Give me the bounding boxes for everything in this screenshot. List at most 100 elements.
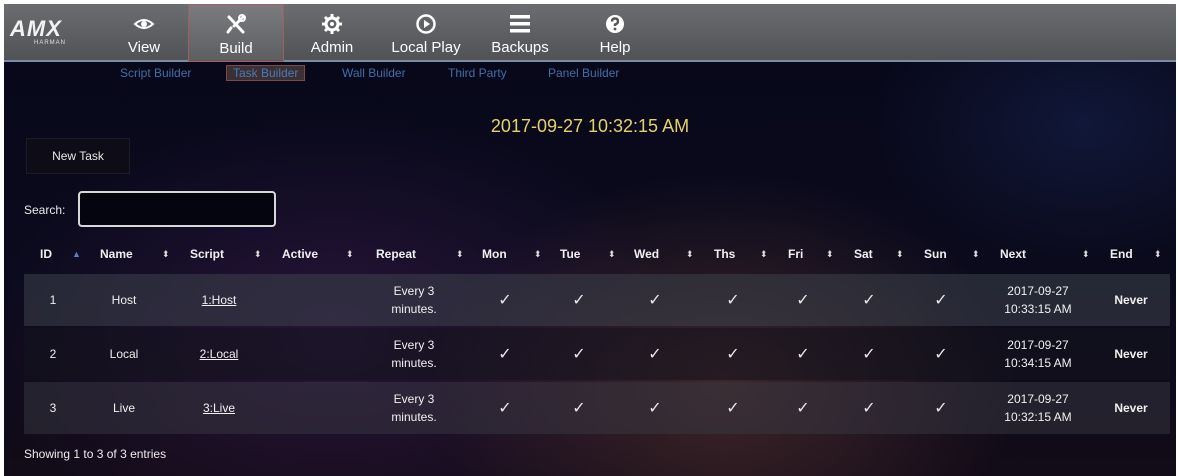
sort-icon[interactable]: ⬍	[686, 238, 694, 270]
cell-id: 3	[49, 401, 57, 415]
next-time: 10:33:15 AM	[1004, 302, 1072, 316]
col-header-tue[interactable]: Tue	[560, 238, 580, 270]
col-header-name[interactable]: Name	[100, 238, 133, 270]
col-header-active[interactable]: Active	[282, 238, 318, 270]
sort-icon[interactable]: ⬍	[254, 238, 262, 270]
col-header-next[interactable]: Next	[1000, 238, 1026, 270]
new-task-button[interactable]: New Task	[26, 138, 130, 174]
next-time: 10:32:15 AM	[1004, 410, 1072, 424]
nav-item-label: Help	[599, 39, 631, 56]
checkmark-icon: ✓	[498, 400, 512, 417]
repeat-line-2: minutes.	[391, 410, 437, 424]
repeat-line-1: Every 3	[393, 338, 435, 352]
cell-active	[282, 382, 352, 434]
col-header-sat[interactable]: Sat	[854, 238, 873, 270]
nav-item-label: View	[127, 39, 161, 56]
checkmark-icon: ✓	[572, 292, 586, 309]
gear-icon	[322, 14, 342, 34]
cell-end: Never	[1114, 401, 1148, 415]
subnav-script-builder[interactable]: Script Builder	[120, 66, 191, 80]
top-nav-bar: AMX HARMAN View Build Admin Local Play B…	[4, 4, 1176, 62]
nav-item-help[interactable]: Help	[592, 4, 638, 62]
nav-item-local-play[interactable]: Local Play	[382, 4, 470, 62]
col-header-fri[interactable]: Fri	[788, 238, 803, 270]
sort-icon[interactable]: ⬍	[346, 238, 354, 270]
nav-item-build[interactable]: Build	[188, 4, 284, 62]
subnav-task-builder[interactable]: Task Builder	[226, 65, 306, 81]
cell-script-link[interactable]: 1:Host	[184, 274, 254, 326]
cell-end: Never	[1114, 347, 1148, 361]
repeat-line-2: minutes.	[391, 356, 437, 370]
sort-asc-icon[interactable]: ▲	[72, 238, 81, 270]
current-datetime: 2017-09-27 10:32:15 AM	[490, 116, 690, 136]
nav-item-label: Local Play	[391, 39, 461, 56]
sort-icon[interactable]: ⬍	[972, 238, 980, 270]
col-header-sun[interactable]: Sun	[924, 238, 947, 270]
checkmark-icon: ✓	[934, 400, 948, 417]
cell-id: 2	[49, 347, 57, 361]
nav-item-view[interactable]: View	[116, 4, 172, 62]
sub-nav: Script Builder Task Builder Wall Builder…	[4, 64, 1176, 84]
cell-name: Live	[112, 401, 135, 415]
nav-item-backups[interactable]: Backups	[486, 4, 554, 62]
sort-icon[interactable]: ⬍	[826, 238, 834, 270]
sort-icon[interactable]: ⬍	[1082, 238, 1090, 270]
search-label: Search:	[24, 203, 66, 217]
amx-logo: AMX HARMAN	[10, 18, 92, 48]
sort-icon[interactable]: ⬍	[534, 238, 542, 270]
cell-script-link[interactable]: 3:Live	[184, 382, 254, 434]
table-row: 3 Live 3:Live Every 3 minutes. ✓ ✓ ✓ ✓ ✓…	[24, 382, 1170, 434]
cell-repeat: Every 3 minutes.	[374, 382, 454, 434]
col-header-end[interactable]: End	[1110, 238, 1133, 270]
cell-active	[282, 328, 352, 380]
col-header-repeat[interactable]: Repeat	[376, 238, 416, 270]
subnav-wall-builder[interactable]: Wall Builder	[342, 66, 406, 80]
tools-icon	[226, 14, 246, 34]
cell-name: Host	[111, 293, 137, 307]
sort-icon[interactable]: ⬍	[896, 238, 904, 270]
checkmark-icon: ✓	[862, 346, 876, 363]
sort-icon[interactable]: ⬍	[456, 238, 464, 270]
play-circle-icon	[416, 14, 436, 34]
checkmark-icon: ✓	[934, 292, 948, 309]
sort-icon[interactable]: ⬍	[1154, 238, 1162, 270]
checkmark-icon: ✓	[648, 346, 662, 363]
cell-repeat: Every 3 minutes.	[374, 328, 454, 380]
repeat-line-1: Every 3	[393, 284, 435, 298]
col-header-wed[interactable]: Wed	[634, 238, 659, 270]
repeat-line-1: Every 3	[393, 392, 435, 406]
sort-icon[interactable]: ⬍	[760, 238, 768, 270]
subnav-third-party[interactable]: Third Party	[448, 66, 507, 80]
eye-icon	[133, 19, 155, 29]
cell-script-link[interactable]: 2:Local	[184, 328, 254, 380]
cell-next: 2017-09-27 10:33:15 AM	[990, 274, 1086, 326]
next-date: 2017-09-27	[1007, 284, 1069, 298]
cell-id: 1	[49, 293, 57, 307]
next-date: 2017-09-27	[1007, 338, 1069, 352]
checkmark-icon: ✓	[726, 346, 740, 363]
subnav-panel-builder[interactable]: Panel Builder	[548, 66, 619, 80]
logo-sub: HARMAN	[34, 40, 67, 46]
sort-icon[interactable]: ⬍	[162, 238, 170, 270]
col-header-id[interactable]: ID	[40, 238, 52, 270]
nav-item-label: Admin	[310, 39, 354, 56]
next-time: 10:34:15 AM	[1004, 356, 1072, 370]
menu-icon	[510, 15, 530, 33]
checkmark-icon: ✓	[796, 346, 810, 363]
sort-icon[interactable]: ⬍	[608, 238, 616, 270]
checkmark-icon: ✓	[498, 346, 512, 363]
nav-item-label: Build	[219, 40, 253, 57]
nav-item-admin[interactable]: Admin	[300, 4, 364, 62]
checkmark-icon: ✓	[796, 292, 810, 309]
col-header-ths[interactable]: Ths	[714, 238, 735, 270]
checkmark-icon: ✓	[726, 400, 740, 417]
app-frame: AMX HARMAN View Build Admin Local Play B…	[4, 4, 1176, 476]
checkmark-icon: ✓	[934, 346, 948, 363]
col-header-mon[interactable]: Mon	[482, 238, 507, 270]
checkmark-icon: ✓	[726, 292, 740, 309]
col-header-script[interactable]: Script	[190, 238, 224, 270]
next-date: 2017-09-27	[1007, 392, 1069, 406]
search-input[interactable]	[78, 191, 276, 227]
cell-name: Local	[109, 347, 139, 361]
checkmark-icon: ✓	[648, 400, 662, 417]
